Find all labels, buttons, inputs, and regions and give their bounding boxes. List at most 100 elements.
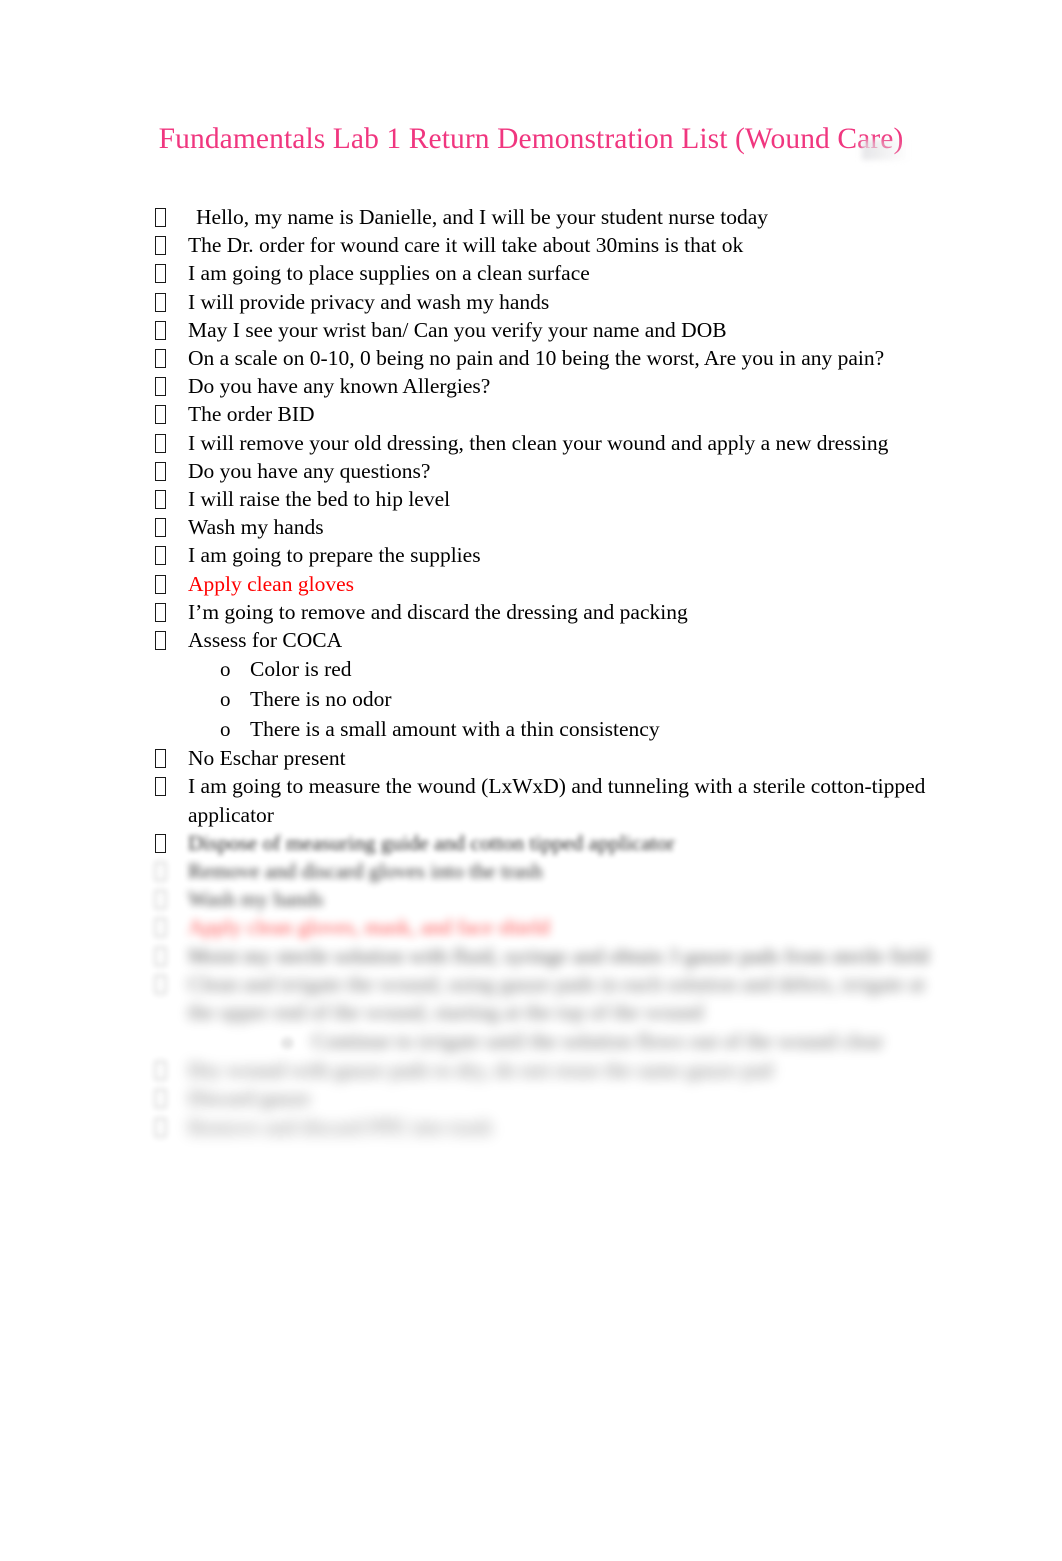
obscured-list-item: Discard gauze <box>0 1084 1062 1112</box>
list-item-label: The order BID <box>188 402 315 427</box>
list-item: I will provide privacy and wash my hands <box>0 288 1062 316</box>
bullet-box-icon <box>155 231 181 259</box>
list-item: I will remove your old dressing, then cl… <box>0 429 1062 457</box>
bullet-list-level-2: o Color is red o There is no odor o Ther… <box>0 654 1062 744</box>
list-item: May I see your wrist ban/ Can you verify… <box>0 316 1062 344</box>
list-item: On a scale on 0-10, 0 being no pain and … <box>0 344 1062 372</box>
obscured-list-item: Moist my sterile solution with fluid, sy… <box>0 942 1062 970</box>
list-item: I will raise the bed to hip level <box>0 485 1062 513</box>
list-item-label: I will raise the bed to hip level <box>188 487 451 512</box>
obscured-list-item-label: Dispose of measuring guide and cotton ti… <box>188 830 675 855</box>
list-item-label: Apply clean gloves <box>188 571 354 596</box>
obscured-list-item: Remove and discard gloves into the trash <box>0 857 1062 885</box>
bullet-box-icon <box>155 885 181 913</box>
list-item: I am going to prepare the supplies <box>0 541 1062 569</box>
obscured-list-item: Remove and discard PPE into trash <box>0 1113 1062 1141</box>
circle-bullet-icon: o <box>282 1029 293 1054</box>
bullet-box-icon <box>155 513 181 541</box>
obscured-list-item: Dispose of measuring guide and cotton ti… <box>0 829 1062 857</box>
list-item-label: May I see your wrist ban/ Can you verify… <box>188 317 727 342</box>
bullet-box-icon <box>155 344 181 372</box>
bullet-box-icon <box>155 570 181 598</box>
list-item-label: No Eschar present <box>188 746 346 771</box>
sub-list-item-label: There is no odor <box>250 687 392 712</box>
obscured-sub-list-item: o Continue to irrigate until the solutio… <box>0 1026 1062 1056</box>
bullet-box-icon <box>155 485 181 513</box>
list-item-label: I am going to place supplies on a clean … <box>188 261 590 286</box>
bullet-box-icon <box>155 541 181 569</box>
sub-list-item-label: There is a small amount with a thin cons… <box>250 717 660 742</box>
list-item: Do you have any questions? <box>0 457 1062 485</box>
bullet-box-icon <box>155 1056 181 1084</box>
obscured-list-item-apply-ppe: Apply clean gloves, mask, and face shiel… <box>0 913 1062 941</box>
bullet-list-level-2: o Continue to irrigate until the solutio… <box>0 1026 1062 1056</box>
list-item-label: Assess for COCA <box>188 628 343 653</box>
bullet-box-icon <box>155 772 181 800</box>
obscured-list-item-label: Discard gauze <box>188 1086 311 1111</box>
list-item-label: The Dr. order for wound care it will tak… <box>188 233 744 258</box>
list-item-label: I will remove your old dressing, then cl… <box>188 430 889 455</box>
page-title-container: Fundamentals Lab 1 Return Demonstration … <box>0 122 1062 157</box>
bullet-box-icon <box>155 203 181 231</box>
circle-bullet-icon: o <box>220 687 231 712</box>
list-item-label: I am going to measure the wound (LxWxD) … <box>188 774 926 827</box>
obscured-list-item-label: Apply clean gloves, mask, and face shiel… <box>188 915 550 940</box>
bullet-box-icon <box>155 829 181 857</box>
bullet-box-icon <box>155 1113 181 1141</box>
obscured-list-item: Wash my hands <box>0 885 1062 913</box>
list-item-label: On a scale on 0-10, 0 being no pain and … <box>188 346 885 371</box>
list-item: I am going to measure the wound (LxWxD) … <box>0 772 1062 828</box>
list-item: The order BID <box>0 400 1062 428</box>
obscured-list-item: Clean and irrigate the wound, using gauz… <box>0 970 1062 1026</box>
sub-list-item: o There is a small amount with a thin co… <box>0 714 1062 744</box>
sub-list-item: o Color is red <box>0 654 1062 684</box>
bullet-box-icon <box>155 626 181 654</box>
sublist-container: o Color is red o There is no odor o Ther… <box>0 654 1062 744</box>
obscured-list-item-label: Remove and discard PPE into trash <box>188 1114 492 1139</box>
list-item: I’m going to remove and discard the dres… <box>0 598 1062 626</box>
obscured-list-item-label: Wash my hands <box>188 887 324 912</box>
list-item: Hello, my name is Danielle, and I will b… <box>0 203 1062 231</box>
list-item: Do you have any known Allergies? <box>0 372 1062 400</box>
list-item-label: I will provide privacy and wash my hands <box>188 289 550 314</box>
document-page: Fundamentals Lab 1 Return Demonstration … <box>0 0 1062 1561</box>
bullet-box-icon <box>155 372 181 400</box>
obscured-sub-list-item-label: Continue to irrigate until the solution … <box>312 1029 884 1054</box>
list-item-label: I’m going to remove and discard the dres… <box>188 599 688 624</box>
obscured-list-item-label: Moist my sterile solution with fluid, sy… <box>188 943 930 968</box>
bullet-box-icon <box>155 913 181 941</box>
bullet-box-icon <box>155 857 181 885</box>
sub-list-item: o There is no odor <box>0 684 1062 714</box>
circle-bullet-icon: o <box>220 717 231 742</box>
list-item-apply-clean-gloves: Apply clean gloves <box>0 570 1062 598</box>
obscured-list-item: Dry wound with gauze pads to dry, do not… <box>0 1056 1062 1084</box>
list-item: The Dr. order for wound care it will tak… <box>0 231 1062 259</box>
page-title: Fundamentals Lab 1 Return Demonstration … <box>158 123 904 155</box>
list-item-assess-for-coca: Assess for COCA <box>0 626 1062 654</box>
circle-bullet-icon: o <box>220 657 231 682</box>
bullet-box-icon <box>155 288 181 316</box>
list-item: I am going to place supplies on a clean … <box>0 259 1062 287</box>
list-item: No Eschar present <box>0 744 1062 772</box>
obscured-sublist-container: o Continue to irrigate until the solutio… <box>0 1026 1062 1056</box>
bullet-box-icon <box>155 316 181 344</box>
list-item-label: I am going to prepare the supplies <box>188 543 481 568</box>
list-item-label: Do you have any questions? <box>188 458 431 483</box>
list-item-label: Wash my hands <box>188 515 324 540</box>
bullet-box-icon <box>155 970 181 998</box>
bullet-list-level-1: Hello, my name is Danielle, and I will b… <box>0 203 1062 1141</box>
bullet-box-icon <box>155 429 181 457</box>
bullet-box-icon <box>155 457 181 485</box>
bullet-box-icon <box>155 598 181 626</box>
bullet-box-icon <box>155 1084 181 1112</box>
demonstration-list: Hello, my name is Danielle, and I will b… <box>0 203 1062 1141</box>
list-item: Wash my hands <box>0 513 1062 541</box>
bullet-box-icon <box>155 400 181 428</box>
bullet-box-icon <box>155 942 181 970</box>
sub-list-item-label: Color is red <box>250 657 352 682</box>
obscured-list-item-label: Clean and irrigate the wound, using gauz… <box>188 971 925 1025</box>
list-item-label: Do you have any known Allergies? <box>188 374 491 399</box>
obscured-list-item-label: Remove and discard gloves into the trash <box>188 859 543 884</box>
list-item-label: Hello, my name is Danielle, and I will b… <box>196 205 769 229</box>
obscured-list-item-label: Dry wound with gauze pads to dry, do not… <box>188 1058 773 1083</box>
